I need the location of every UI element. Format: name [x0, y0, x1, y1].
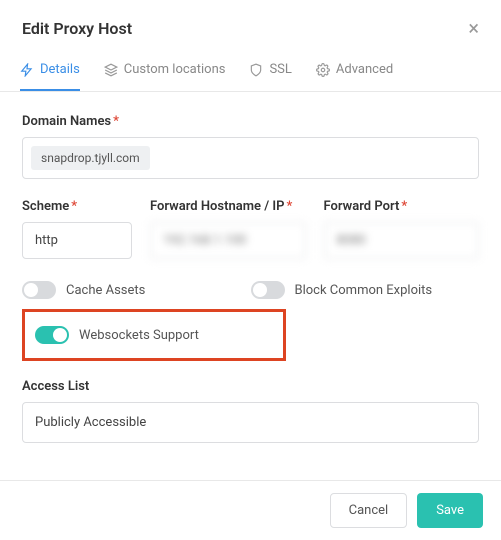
modal-title: Edit Proxy Host — [22, 19, 132, 38]
save-button[interactable]: Save — [417, 493, 483, 528]
lightning-icon — [20, 63, 34, 77]
shield-icon — [249, 63, 263, 77]
websockets-item: Websockets Support — [35, 326, 273, 344]
stack-icon — [104, 63, 118, 77]
tab-bar: Details Custom locations SSL Advanced — [0, 52, 501, 92]
close-icon[interactable]: × — [468, 18, 479, 38]
domain-names-label: Domain Names* — [22, 114, 479, 129]
tab-label: Custom locations — [124, 62, 226, 77]
tab-custom-locations[interactable]: Custom locations — [104, 52, 226, 91]
tab-advanced[interactable]: Advanced — [316, 52, 393, 91]
cache-assets-label: Cache Assets — [66, 283, 145, 298]
tab-label: Details — [40, 62, 80, 77]
forward-row: Scheme* Forward Hostname / IP* Forward P… — [22, 199, 479, 259]
cache-assets-toggle[interactable] — [22, 281, 56, 299]
modal-footer: Cancel Save — [0, 480, 501, 540]
required-asterisk: * — [286, 199, 292, 214]
tab-label: Advanced — [336, 62, 393, 77]
access-list-label: Access List — [22, 379, 479, 394]
scheme-input[interactable] — [22, 222, 132, 259]
tab-ssl[interactable]: SSL — [249, 52, 291, 91]
cache-assets-item: Cache Assets — [22, 281, 251, 299]
access-list-value: Publicly Accessible — [35, 415, 146, 430]
hostname-input[interactable] — [150, 222, 306, 259]
tab-label: SSL — [269, 62, 291, 77]
gear-icon — [316, 63, 330, 77]
port-input[interactable] — [324, 222, 480, 259]
modal-header: Edit Proxy Host × — [0, 0, 501, 52]
required-asterisk: * — [401, 199, 407, 214]
access-list-select[interactable]: Publicly Accessible — [22, 402, 479, 443]
websockets-highlight: Websockets Support — [22, 309, 286, 361]
required-asterisk: * — [113, 114, 119, 129]
required-asterisk: * — [71, 199, 77, 214]
edit-proxy-host-modal: Edit Proxy Host × Details Custom locatio… — [0, 0, 501, 465]
cancel-button[interactable]: Cancel — [330, 493, 408, 528]
modal-body: Domain Names* snapdrop.tjyll.com Scheme*… — [0, 92, 501, 465]
domain-tag[interactable]: snapdrop.tjyll.com — [31, 146, 150, 170]
websockets-label: Websockets Support — [79, 328, 199, 343]
domain-names-field[interactable]: snapdrop.tjyll.com — [22, 137, 479, 179]
tab-details[interactable]: Details — [20, 52, 80, 91]
port-label: Forward Port* — [324, 199, 480, 214]
block-exploits-label: Block Common Exploits — [295, 283, 433, 298]
block-exploits-item: Block Common Exploits — [251, 281, 480, 299]
websockets-toggle[interactable] — [35, 326, 69, 344]
scheme-label: Scheme* — [22, 199, 132, 214]
switch-row-1: Cache Assets Block Common Exploits — [22, 281, 479, 299]
block-exploits-toggle[interactable] — [251, 281, 285, 299]
hostname-label: Forward Hostname / IP* — [150, 199, 306, 214]
